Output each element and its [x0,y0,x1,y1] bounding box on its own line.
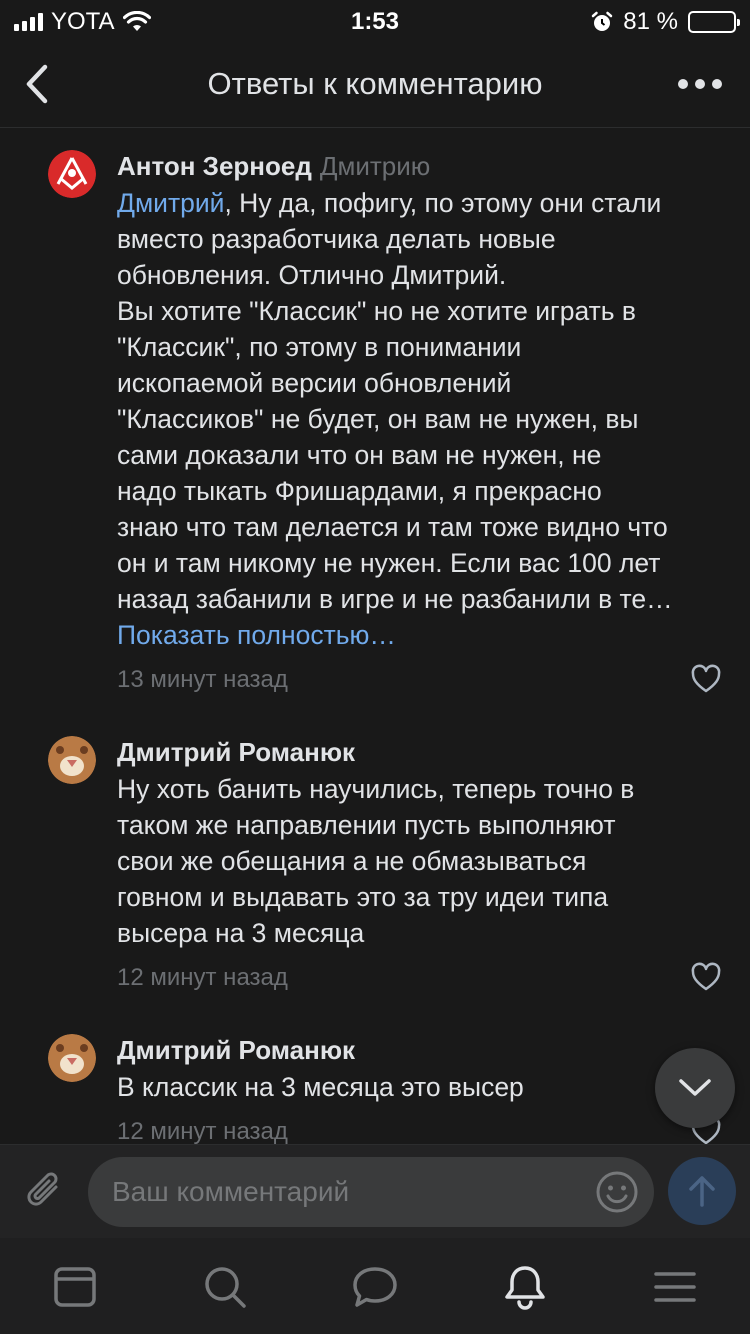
search-icon [205,1267,246,1308]
alarm-icon [592,11,613,31]
battery-icon [688,11,740,33]
emoji-icon[interactable] [594,1169,640,1215]
more-options-icon[interactable] [678,64,722,104]
comment-timestamp: 12 минут назад [117,1118,288,1144]
arrow-up-icon [689,1176,715,1207]
tab-messages[interactable] [350,1262,400,1312]
menu-icon [654,1272,696,1302]
cat-avatar-icon [48,1034,96,1082]
chevron-down-icon [679,1079,711,1096]
comment-text: Ну хоть банить научились, теперь точно в… [117,774,635,948]
messages-icon [353,1267,397,1307]
scroll-down-button[interactable] [655,1048,735,1128]
page-title: Ответы к комментарию [207,66,543,101]
notifications-icon [505,1266,545,1310]
navigation-header: Ответы к комментарию [0,40,750,128]
mention-link[interactable]: Дмитрий [117,188,224,218]
comment-composer [0,1144,750,1238]
avatar[interactable] [48,1034,96,1082]
comment-author[interactable]: Дмитрий Романюк [117,737,355,767]
show-more-link[interactable]: Показать полностью… [117,617,730,653]
tab-notifications[interactable] [500,1262,550,1312]
masonic-emblem-avatar-icon [48,150,96,198]
comment-author[interactable]: Дмитрий Романюк [117,1035,355,1065]
tab-menu[interactable] [650,1262,700,1312]
reply-to-name[interactable]: Дмитрию [320,151,430,181]
news-icon [54,1267,96,1307]
comment-author[interactable]: Антон Зерноед [117,151,312,181]
comments-feed[interactable]: Антон Зерноед Дмитрию Дмитрий, Ну да, поф… [0,129,750,1144]
heart-icon[interactable] [690,664,722,694]
tab-search[interactable] [200,1262,250,1312]
comment-text: Дмитрий, Ну да, пофигу, по этому они ста… [117,188,673,614]
avatar[interactable] [48,150,96,198]
battery-percentage: 81 % [623,8,678,35]
comment-input-container[interactable] [88,1157,654,1227]
comment-timestamp: 12 минут назад [117,964,288,991]
paperclip-icon[interactable] [22,1167,68,1215]
cat-avatar-icon [48,736,96,784]
comment-timestamp: 13 минут назад [117,666,288,693]
heart-icon[interactable] [690,962,722,992]
tab-news[interactable] [50,1262,100,1312]
avatar[interactable] [48,736,96,784]
tab-bar [0,1238,750,1334]
status-bar: YOTA 1:53 81 % [0,0,750,40]
comment-text: В классик на 3 месяца это высер [117,1072,524,1102]
comment-input[interactable] [112,1157,592,1227]
send-button[interactable] [668,1157,736,1225]
